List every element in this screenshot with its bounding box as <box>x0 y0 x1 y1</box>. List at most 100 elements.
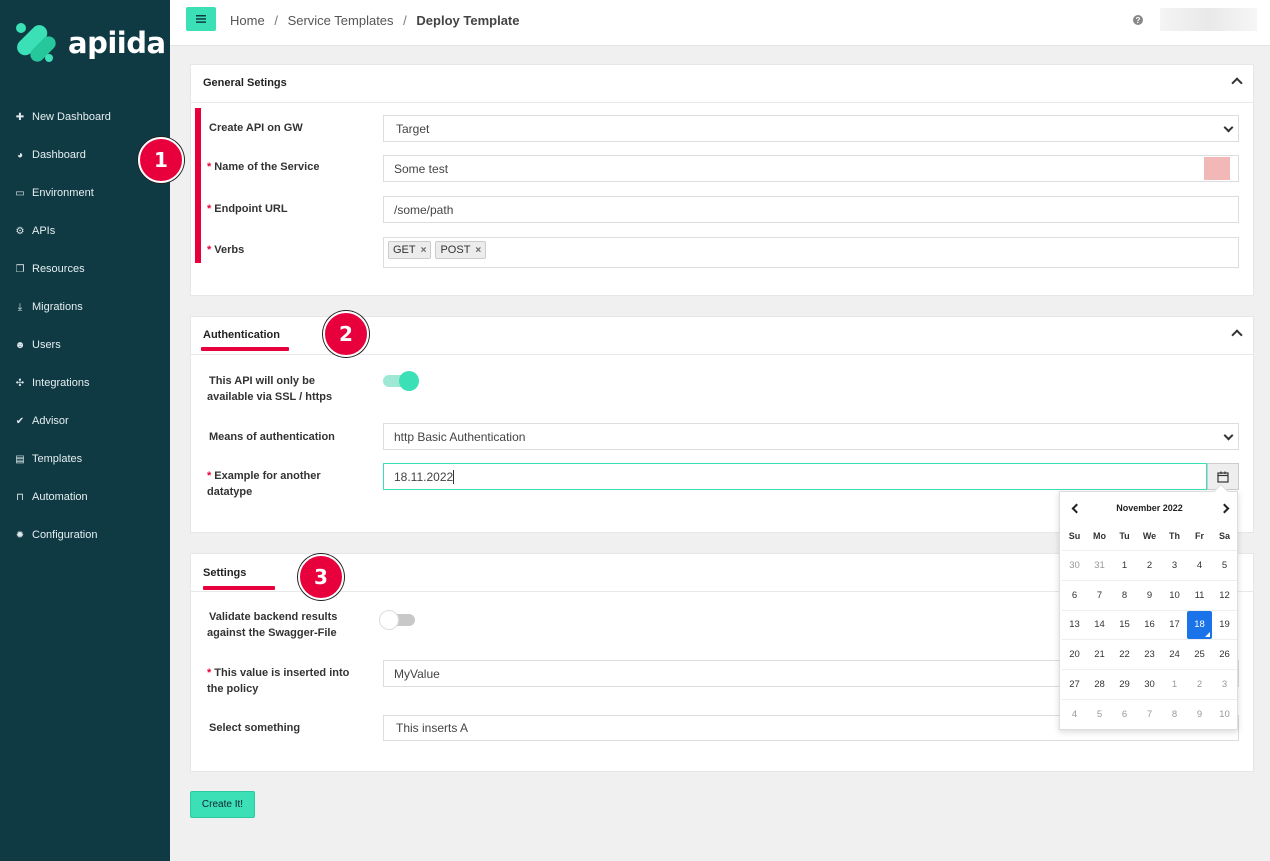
required-marker: * <box>207 161 212 173</box>
datepicker-day[interactable]: 17 <box>1162 611 1187 640</box>
sidebar-item-new-dashboard[interactable]: ✚ New Dashboard <box>0 98 170 136</box>
datepicker-day[interactable]: 21 <box>1087 640 1112 669</box>
datepicker-day[interactable]: 4 <box>1187 551 1212 580</box>
datepicker-day[interactable]: 8 <box>1162 700 1187 729</box>
weekday-label: Sa <box>1218 531 1230 541</box>
required-marker: * <box>207 244 212 256</box>
close-icon[interactable]: × <box>421 245 427 256</box>
verbs-tag-input[interactable]: GET × POST × <box>383 237 1239 268</box>
datepicker-day[interactable]: 9 <box>1137 581 1162 610</box>
datepicker-day[interactable]: 1 <box>1112 551 1137 580</box>
sidebar-item-automation[interactable]: ⊓ Automation <box>0 478 170 516</box>
datepicker-week-row: 6 7 8 9 10 11 12 <box>1062 579 1237 610</box>
datepicker-day[interactable]: 24 <box>1162 640 1187 669</box>
datepicker-day[interactable]: 23 <box>1137 640 1162 669</box>
service-name-input[interactable]: Some test <box>383 155 1239 182</box>
weekday-label: We <box>1142 531 1157 541</box>
datepicker-week-row: 30 31 1 2 3 4 5 <box>1062 550 1237 580</box>
validate-toggle[interactable] <box>379 610 415 630</box>
sidebar-item-environment[interactable]: ▭ Environment <box>0 174 170 212</box>
datepicker-day[interactable]: 5 <box>1212 551 1237 580</box>
datepicker-day[interactable]: 7 <box>1087 581 1112 610</box>
file-icon: ▤ <box>15 453 25 465</box>
datepicker-day[interactable]: 25 <box>1187 640 1212 669</box>
gear-icon: ✹ <box>15 529 25 541</box>
breadcrumb-home[interactable]: Home <box>230 13 265 28</box>
annotation-underline <box>201 347 289 351</box>
datepicker-day[interactable]: 26 <box>1212 640 1237 669</box>
datepicker-day[interactable]: 10 <box>1212 700 1237 729</box>
plus-icon: ✚ <box>15 111 25 123</box>
breadcrumb-current: Deploy Template <box>416 13 520 28</box>
calendar-icon <box>1217 471 1229 483</box>
datepicker-day[interactable]: 2 <box>1187 670 1212 699</box>
chevron-up-icon[interactable] <box>1231 77 1243 89</box>
sidebar-item-resources[interactable]: ❐ Resources <box>0 250 170 288</box>
auth-means-select[interactable]: http Basic Authentication <box>383 423 1239 450</box>
datepicker-day-selected[interactable]: 18 <box>1187 610 1212 640</box>
breadcrumb-separator: / <box>274 13 278 28</box>
dashboard-icon: ◕ <box>16 149 24 161</box>
datepicker-day[interactable]: 22 <box>1112 640 1137 669</box>
weekday-label: Mo <box>1093 531 1106 541</box>
logo[interactable]: apiida <box>14 22 166 64</box>
create-it-button[interactable]: Create It! <box>190 791 255 818</box>
create-api-select[interactable]: Target <box>383 115 1239 142</box>
user-menu[interactable] <box>1160 8 1257 31</box>
panel-title: Settings <box>203 567 247 579</box>
datepicker-day[interactable]: 30 <box>1137 670 1162 699</box>
date-input[interactable]: 18.11.2022 <box>383 463 1207 490</box>
datepicker-day[interactable]: 1 <box>1162 670 1187 699</box>
copy-icon: ❐ <box>15 263 25 275</box>
datepicker-day[interactable]: 31 <box>1087 551 1112 580</box>
datepicker-day[interactable]: 7 <box>1137 700 1162 729</box>
sidebar-item-configuration[interactable]: ✹ Configuration <box>0 516 170 554</box>
datepicker-day[interactable]: 3 <box>1212 670 1237 699</box>
required-marker: * <box>207 203 212 215</box>
select-something-label: Select something <box>209 722 301 734</box>
datepicker-day[interactable]: 16 <box>1137 611 1162 640</box>
help-icon[interactable]: ? <box>1133 15 1143 25</box>
sidebar-item-integrations[interactable]: ✣ Integrations <box>0 364 170 402</box>
annotation-badge-1: 1 <box>138 137 184 183</box>
datepicker-day[interactable]: 27 <box>1062 670 1087 699</box>
datepicker-day[interactable]: 6 <box>1062 581 1087 610</box>
sidebar-item-users[interactable]: ☻ Users <box>0 326 170 364</box>
datepicker-day[interactable]: 9 <box>1187 700 1212 729</box>
datepicker-week-row: 27 28 29 30 1 2 3 <box>1062 669 1237 699</box>
inbox-icon: ⊓ <box>16 491 24 503</box>
sidebar-item-advisor[interactable]: ✔ Advisor <box>0 402 170 440</box>
datepicker-day[interactable]: 10 <box>1162 581 1187 610</box>
datepicker-day[interactable]: 19 <box>1212 611 1237 640</box>
sidebar-item-apis[interactable]: ⚙ APIs <box>0 212 170 250</box>
datepicker-day[interactable]: 28 <box>1087 670 1112 699</box>
check-icon: ✔ <box>15 415 25 427</box>
sidebar-item-migrations[interactable]: ⤓ Migrations <box>0 288 170 326</box>
menu-toggle-button[interactable] <box>186 7 216 31</box>
breadcrumb-service-templates[interactable]: Service Templates <box>288 13 394 28</box>
datepicker-day[interactable]: 30 <box>1062 551 1087 580</box>
datepicker-day[interactable]: 8 <box>1112 581 1137 610</box>
topbar: Home / Service Templates / Deploy Templa… <box>170 0 1270 46</box>
datepicker-day[interactable]: 6 <box>1112 700 1137 729</box>
ssl-toggle[interactable] <box>383 371 419 391</box>
close-icon[interactable]: × <box>475 245 481 256</box>
endpoint-label: * Endpoint URL <box>207 203 288 215</box>
sidebar-item-templates[interactable]: ▤ Templates <box>0 440 170 478</box>
datepicker-day[interactable]: 11 <box>1187 581 1212 610</box>
datepicker-day[interactable]: 15 <box>1112 611 1137 640</box>
datepicker-day[interactable]: 5 <box>1087 700 1112 729</box>
datepicker-day[interactable]: 14 <box>1087 611 1112 640</box>
datepicker-day[interactable]: 20 <box>1062 640 1087 669</box>
datepicker-day[interactable]: 13 <box>1062 611 1087 640</box>
datepicker-day[interactable]: 2 <box>1137 551 1162 580</box>
datepicker-day[interactable]: 4 <box>1062 700 1087 729</box>
chevron-up-icon[interactable] <box>1231 329 1243 341</box>
endpoint-url-input[interactable]: /some/path <box>383 196 1239 223</box>
datepicker-day[interactable]: 12 <box>1212 581 1237 610</box>
datepicker-day[interactable]: 29 <box>1112 670 1137 699</box>
general-settings-header[interactable]: General Setings <box>191 65 1253 103</box>
datepicker-day[interactable]: 3 <box>1162 551 1187 580</box>
toggle-knob <box>379 610 399 630</box>
text-cursor <box>453 469 455 484</box>
